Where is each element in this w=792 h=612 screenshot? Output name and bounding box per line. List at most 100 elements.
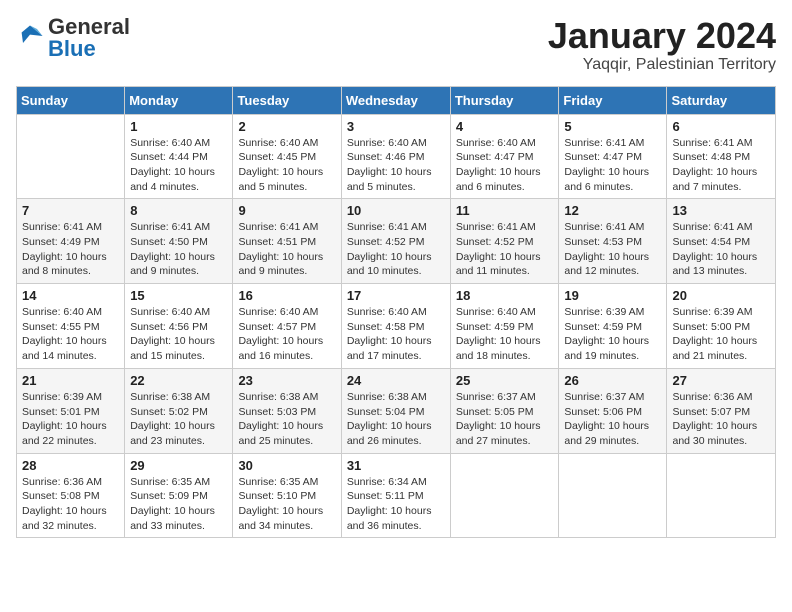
day-number: 1 (130, 119, 227, 134)
day-info: Sunrise: 6:40 AM Sunset: 4:55 PM Dayligh… (22, 305, 119, 364)
day-number: 28 (22, 458, 119, 473)
day-info: Sunrise: 6:36 AM Sunset: 5:07 PM Dayligh… (672, 390, 770, 449)
location-title: Yaqqir, Palestinian Territory (548, 56, 776, 74)
day-number: 8 (130, 203, 227, 218)
calendar-cell: 9Sunrise: 6:41 AM Sunset: 4:51 PM Daylig… (233, 199, 341, 284)
calendar-header-wednesday: Wednesday (341, 86, 450, 114)
calendar-cell: 27 Sunrise: 6:36 AM Sunset: 5:07 PM Dayli… (667, 368, 776, 453)
calendar-cell: 13Sunrise: 6:41 AM Sunset: 4:54 PM Dayli… (667, 199, 776, 284)
calendar-cell: 11 Sunrise: 6:41 AM Sunset: 4:52 PM Dayli… (450, 199, 559, 284)
day-info: Sunrise: 6:41 AM Sunset: 4:52 PM Dayligh… (456, 220, 554, 279)
calendar-header-row: SundayMondayTuesdayWednesdayThursdayFrid… (17, 86, 776, 114)
calendar-week-row: 1 Sunrise: 6:40 AM Sunset: 4:44 PM Daylig… (17, 114, 776, 199)
day-info: Sunrise: 6:41 AM Sunset: 4:52 PM Dayligh… (347, 220, 445, 279)
day-number: 23 (238, 373, 335, 388)
day-info: Sunrise: 6:39 AM Sunset: 5:00 PM Dayligh… (672, 305, 770, 364)
day-info: Sunrise: 6:40 AM Sunset: 4:56 PM Dayligh… (130, 305, 227, 364)
day-info: Sunrise: 6:37 AM Sunset: 5:06 PM Dayligh… (564, 390, 661, 449)
day-number: 30 (238, 458, 335, 473)
day-number: 18 (456, 288, 554, 303)
calendar-cell: 10 Sunrise: 6:41 AM Sunset: 4:52 PM Dayli… (341, 199, 450, 284)
day-info: Sunrise: 6:41 AM Sunset: 4:50 PM Dayligh… (130, 220, 227, 279)
day-number: 20 (672, 288, 770, 303)
logo-general-text: General (48, 16, 130, 38)
calendar-cell (17, 114, 125, 199)
day-info: Sunrise: 6:38 AM Sunset: 5:03 PM Dayligh… (238, 390, 335, 449)
calendar-cell: 26 Sunrise: 6:37 AM Sunset: 5:06 PM Dayli… (559, 368, 667, 453)
calendar-cell: 17 Sunrise: 6:40 AM Sunset: 4:58 PM Dayli… (341, 284, 450, 369)
day-info: Sunrise: 6:35 AM Sunset: 5:09 PM Dayligh… (130, 475, 227, 534)
day-number: 2 (238, 119, 335, 134)
day-number: 11 (456, 203, 554, 218)
logo-blue-text: Blue (48, 38, 130, 60)
calendar-cell: 18 Sunrise: 6:40 AM Sunset: 4:59 PM Dayli… (450, 284, 559, 369)
calendar-header-monday: Monday (125, 86, 233, 114)
day-info: Sunrise: 6:41 AM Sunset: 4:54 PM Dayligh… (672, 220, 770, 279)
day-info: Sunrise: 6:39 AM Sunset: 4:59 PM Dayligh… (564, 305, 661, 364)
day-number: 31 (347, 458, 445, 473)
day-info: Sunrise: 6:40 AM Sunset: 4:44 PM Dayligh… (130, 136, 227, 195)
day-number: 17 (347, 288, 445, 303)
day-number: 25 (456, 373, 554, 388)
calendar-cell (450, 453, 559, 538)
day-info: Sunrise: 6:38 AM Sunset: 5:02 PM Dayligh… (130, 390, 227, 449)
day-number: 24 (347, 373, 445, 388)
calendar-week-row: 21Sunrise: 6:39 AM Sunset: 5:01 PM Dayli… (17, 368, 776, 453)
calendar-header-saturday: Saturday (667, 86, 776, 114)
day-info: Sunrise: 6:40 AM Sunset: 4:46 PM Dayligh… (347, 136, 445, 195)
day-number: 14 (22, 288, 119, 303)
day-info: Sunrise: 6:40 AM Sunset: 4:59 PM Dayligh… (456, 305, 554, 364)
day-info: Sunrise: 6:40 AM Sunset: 4:57 PM Dayligh… (238, 305, 335, 364)
calendar-cell: 6 Sunrise: 6:41 AM Sunset: 4:48 PM Daylig… (667, 114, 776, 199)
day-number: 10 (347, 203, 445, 218)
day-info: Sunrise: 6:41 AM Sunset: 4:49 PM Dayligh… (22, 220, 119, 279)
day-number: 9 (238, 203, 335, 218)
calendar-cell: 21Sunrise: 6:39 AM Sunset: 5:01 PM Dayli… (17, 368, 125, 453)
calendar-cell: 25Sunrise: 6:37 AM Sunset: 5:05 PM Dayli… (450, 368, 559, 453)
day-number: 15 (130, 288, 227, 303)
calendar-cell: 22 Sunrise: 6:38 AM Sunset: 5:02 PM Dayli… (125, 368, 233, 453)
day-number: 6 (672, 119, 770, 134)
calendar-cell: 19 Sunrise: 6:39 AM Sunset: 4:59 PM Dayli… (559, 284, 667, 369)
day-number: 4 (456, 119, 554, 134)
day-number: 27 (672, 373, 770, 388)
calendar-header-sunday: Sunday (17, 86, 125, 114)
calendar-cell: 12 Sunrise: 6:41 AM Sunset: 4:53 PM Dayli… (559, 199, 667, 284)
page-header: General Blue January 2024 Yaqqir, Palest… (16, 16, 776, 74)
calendar-cell: 16Sunrise: 6:40 AM Sunset: 4:57 PM Dayli… (233, 284, 341, 369)
calendar-header-tuesday: Tuesday (233, 86, 341, 114)
calendar-table: SundayMondayTuesdayWednesdayThursdayFrid… (16, 86, 776, 539)
day-number: 26 (564, 373, 661, 388)
calendar-header-thursday: Thursday (450, 86, 559, 114)
day-number: 29 (130, 458, 227, 473)
day-info: Sunrise: 6:40 AM Sunset: 4:47 PM Dayligh… (456, 136, 554, 195)
calendar-week-row: 14 Sunrise: 6:40 AM Sunset: 4:55 PM Dayli… (17, 284, 776, 369)
day-number: 7 (22, 203, 119, 218)
day-info: Sunrise: 6:41 AM Sunset: 4:48 PM Dayligh… (672, 136, 770, 195)
day-info: Sunrise: 6:40 AM Sunset: 4:45 PM Dayligh… (238, 136, 335, 195)
month-title: January 2024 (548, 16, 776, 56)
calendar-cell: 1 Sunrise: 6:40 AM Sunset: 4:44 PM Daylig… (125, 114, 233, 199)
day-info: Sunrise: 6:34 AM Sunset: 5:11 PM Dayligh… (347, 475, 445, 534)
calendar-cell (667, 453, 776, 538)
day-info: Sunrise: 6:39 AM Sunset: 5:01 PM Dayligh… (22, 390, 119, 449)
day-info: Sunrise: 6:41 AM Sunset: 4:47 PM Dayligh… (564, 136, 661, 195)
calendar-cell: 8 Sunrise: 6:41 AM Sunset: 4:50 PM Daylig… (125, 199, 233, 284)
day-info: Sunrise: 6:36 AM Sunset: 5:08 PM Dayligh… (22, 475, 119, 534)
day-number: 19 (564, 288, 661, 303)
calendar-cell: 30 Sunrise: 6:35 AM Sunset: 5:10 PM Dayli… (233, 453, 341, 538)
calendar-cell: 7 Sunrise: 6:41 AM Sunset: 4:49 PM Daylig… (17, 199, 125, 284)
calendar-week-row: 7 Sunrise: 6:41 AM Sunset: 4:49 PM Daylig… (17, 199, 776, 284)
day-info: Sunrise: 6:40 AM Sunset: 4:58 PM Dayligh… (347, 305, 445, 364)
calendar-cell: 14 Sunrise: 6:40 AM Sunset: 4:55 PM Dayli… (17, 284, 125, 369)
day-info: Sunrise: 6:35 AM Sunset: 5:10 PM Dayligh… (238, 475, 335, 534)
calendar-cell: 5Sunrise: 6:41 AM Sunset: 4:47 PM Daylig… (559, 114, 667, 199)
calendar-header-friday: Friday (559, 86, 667, 114)
day-number: 3 (347, 119, 445, 134)
calendar-cell: 3 Sunrise: 6:40 AM Sunset: 4:46 PM Daylig… (341, 114, 450, 199)
day-number: 22 (130, 373, 227, 388)
day-number: 12 (564, 203, 661, 218)
calendar-cell: 20 Sunrise: 6:39 AM Sunset: 5:00 PM Dayli… (667, 284, 776, 369)
day-info: Sunrise: 6:41 AM Sunset: 4:53 PM Dayligh… (564, 220, 661, 279)
calendar-cell: 29 Sunrise: 6:35 AM Sunset: 5:09 PM Dayli… (125, 453, 233, 538)
